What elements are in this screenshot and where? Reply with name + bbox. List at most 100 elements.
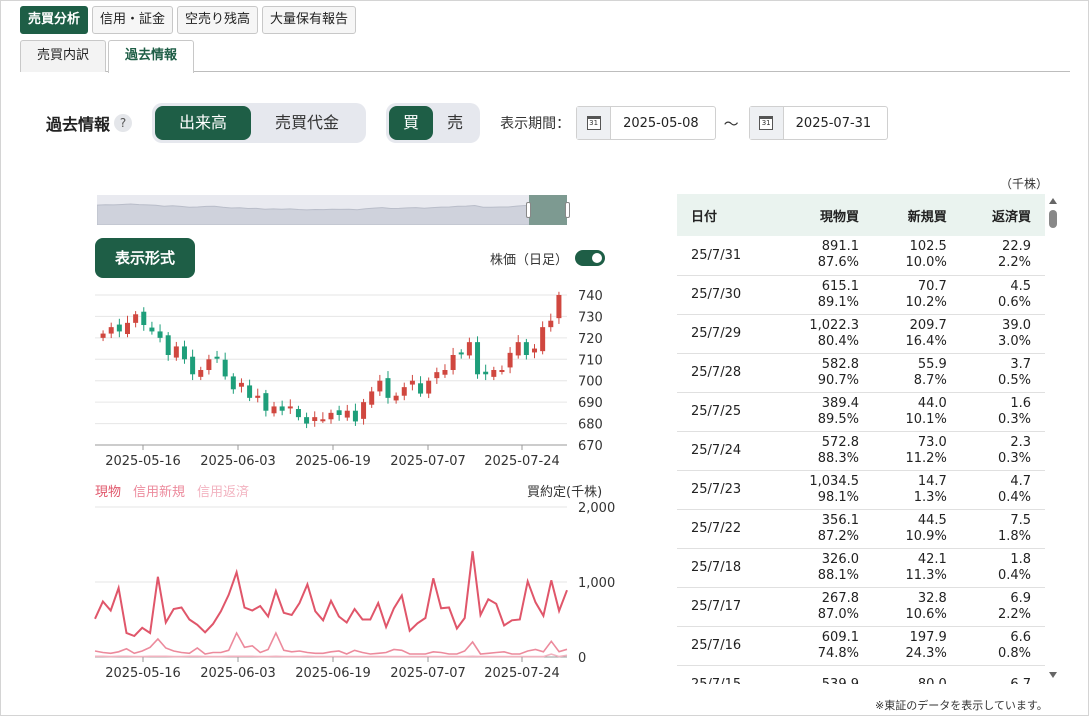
shinki-value: 197.9 <box>909 629 947 645</box>
candle-body <box>173 346 179 358</box>
volume-series-line <box>94 631 568 655</box>
candle-body <box>149 327 155 332</box>
top-tab-bar: 売買分析 信用・証金 空売り残高 大量保有報告 <box>20 6 357 34</box>
help-icon[interactable]: ? <box>114 114 133 132</box>
volume-chart: 2,000 1,000 0 2025-05-16 2025-06-03 2025-06-1… <box>94 501 615 681</box>
cell-genbutsu: 326.0 88.1% <box>772 548 873 587</box>
candle-body <box>475 342 481 375</box>
table-row: 25/7/24 572.8 88.3% 73.0 11.2% 2.3 0.3% <box>677 431 1045 470</box>
display-format-button[interactable]: 表示形式 <box>95 238 195 278</box>
volume-x-tick-label: 2025-07-24 <box>484 666 560 681</box>
candle-body <box>369 391 375 405</box>
tab-trade-breakdown[interactable]: 売買内訳 <box>20 40 107 72</box>
table-row: 25/7/22 356.1 87.2% 44.5 10.9% 7.5 1.8% <box>677 509 1045 548</box>
table-row: 25/7/17 267.8 87.0% 32.8 10.6% 6.9 2.2% <box>677 587 1045 626</box>
candle-body <box>385 378 391 398</box>
cell-shinki: 14.7 1.3% <box>873 470 961 509</box>
scroll-thumb[interactable] <box>1049 210 1057 228</box>
candle-body <box>499 370 505 372</box>
genbutsu-pct: 87.2% <box>817 528 859 544</box>
calendar-icon[interactable]: 31 <box>759 116 774 130</box>
hensai-pct: 0.4% <box>997 567 1031 583</box>
candle-body <box>116 324 122 332</box>
navigator-selection[interactable] <box>526 195 570 225</box>
candle-body <box>507 352 513 368</box>
date-to-field[interactable]: 31 2025-07-31 <box>748 106 889 140</box>
genbutsu-pct: 98.1% <box>817 489 859 505</box>
shinki-value: 32.8 <box>917 590 947 606</box>
hensai-value: 6.7 <box>1010 676 1031 685</box>
genbutsu-value: 1,034.5 <box>809 473 859 489</box>
cell-hensai: 6.7 <box>961 665 1045 685</box>
cell-genbutsu: 615.1 89.1% <box>772 275 873 314</box>
trading-value-button[interactable]: 売買代金 <box>251 106 363 140</box>
row-date: 25/7/23 <box>677 470 772 509</box>
cell-genbutsu: 1,034.5 98.1% <box>772 470 873 509</box>
price-toggle-switch[interactable] <box>575 250 605 266</box>
tab-margin[interactable]: 信用・証金 <box>92 6 174 34</box>
cell-hensai: 1.8 0.4% <box>961 548 1045 587</box>
candle-body <box>312 417 318 421</box>
date-from-field[interactable]: 31 2025-05-08 <box>576 106 716 140</box>
candle-body <box>198 370 204 377</box>
candle-body <box>328 412 334 420</box>
cell-genbutsu: 1,022.3 80.4% <box>772 314 873 353</box>
source-footnote: ※東証のデータを表示しています。 <box>875 699 1048 712</box>
row-date: 25/7/18 <box>677 548 772 587</box>
shinki-value: 73.0 <box>917 434 947 450</box>
cell-genbutsu: 539.9 <box>772 665 873 685</box>
tab-large-holdings[interactable]: 大量保有報告 <box>262 6 357 34</box>
volume-x-tick-label: 2025-05-16 <box>105 666 181 681</box>
candle-body <box>434 372 440 379</box>
row-date: 25/7/24 <box>677 431 772 470</box>
candle-body <box>190 356 196 375</box>
row-date-text: 25/7/28 <box>691 365 742 380</box>
candle-body <box>426 380 432 394</box>
row-date-text: 25/7/15 <box>691 677 741 684</box>
price-toggle-label: 株価（日足） <box>490 253 569 268</box>
navigator-left-handle[interactable] <box>526 202 531 218</box>
range-navigator[interactable] <box>97 195 570 225</box>
shinki-value: 80.0 <box>917 676 947 685</box>
volume-x-tick-label: 2025-06-03 <box>200 666 276 681</box>
genbutsu-pct: 87.0% <box>817 606 859 622</box>
hensai-value: 3.7 <box>1010 356 1031 372</box>
price-tick-label: 720 <box>578 332 603 347</box>
candle-body <box>515 342 521 356</box>
table-row: 25/7/23 1,034.5 98.1% 14.7 1.3% 4.7 0.4% <box>677 470 1045 509</box>
mode-toggle: 出来高 売買代金 <box>152 103 367 143</box>
calendar-icon[interactable]: 31 <box>586 116 601 130</box>
tab-short-selling[interactable]: 空売り残高 <box>177 6 259 34</box>
header-shinki: 新規買 <box>907 209 947 225</box>
sub-tab-bar: 売買内訳 過去情報 <box>20 40 1070 73</box>
navigator-right-handle[interactable] <box>565 202 570 218</box>
tab-history[interactable]: 過去情報 <box>108 40 195 73</box>
table-scrollbar[interactable] <box>1047 198 1059 678</box>
volume-x-tick-label: 2025-07-07 <box>390 666 466 681</box>
hensai-pct: 1.8% <box>997 528 1031 544</box>
genbutsu-pct: 89.5% <box>817 411 859 427</box>
sell-button[interactable]: 売 <box>433 106 477 140</box>
candle-body <box>377 380 383 392</box>
row-date: 25/7/30 <box>677 275 772 314</box>
scroll-down-icon[interactable] <box>1049 672 1057 678</box>
history-table-container[interactable]: 日付 現物買 新規買 返済買 25/7/31 891.1 87.6% 102.5 10.… <box>677 194 1045 684</box>
table-row: 25/7/30 615.1 89.1% 70.7 10.2% 4.5 0.6% <box>677 275 1045 314</box>
candle-body <box>540 327 546 352</box>
row-date-text: 25/7/30 <box>691 287 742 302</box>
price-tick-label: 700 <box>578 375 603 390</box>
range-separator: ～ <box>723 114 739 133</box>
volume-button[interactable]: 出来高 <box>155 106 252 140</box>
scroll-up-icon[interactable] <box>1049 198 1057 204</box>
row-date: 25/7/22 <box>677 509 772 548</box>
candle-body <box>352 410 358 422</box>
candle-body <box>556 295 562 319</box>
hensai-value: 1.8 <box>1010 551 1031 567</box>
buy-button[interactable]: 買 <box>389 106 434 140</box>
cell-hensai: 7.5 1.8% <box>961 509 1045 548</box>
candle-body <box>279 406 285 411</box>
header-hensai: 返済買 <box>991 209 1031 225</box>
candle-body <box>222 359 228 377</box>
candle-body <box>548 320 554 328</box>
tab-trade-analysis[interactable]: 売買分析 <box>20 6 89 34</box>
